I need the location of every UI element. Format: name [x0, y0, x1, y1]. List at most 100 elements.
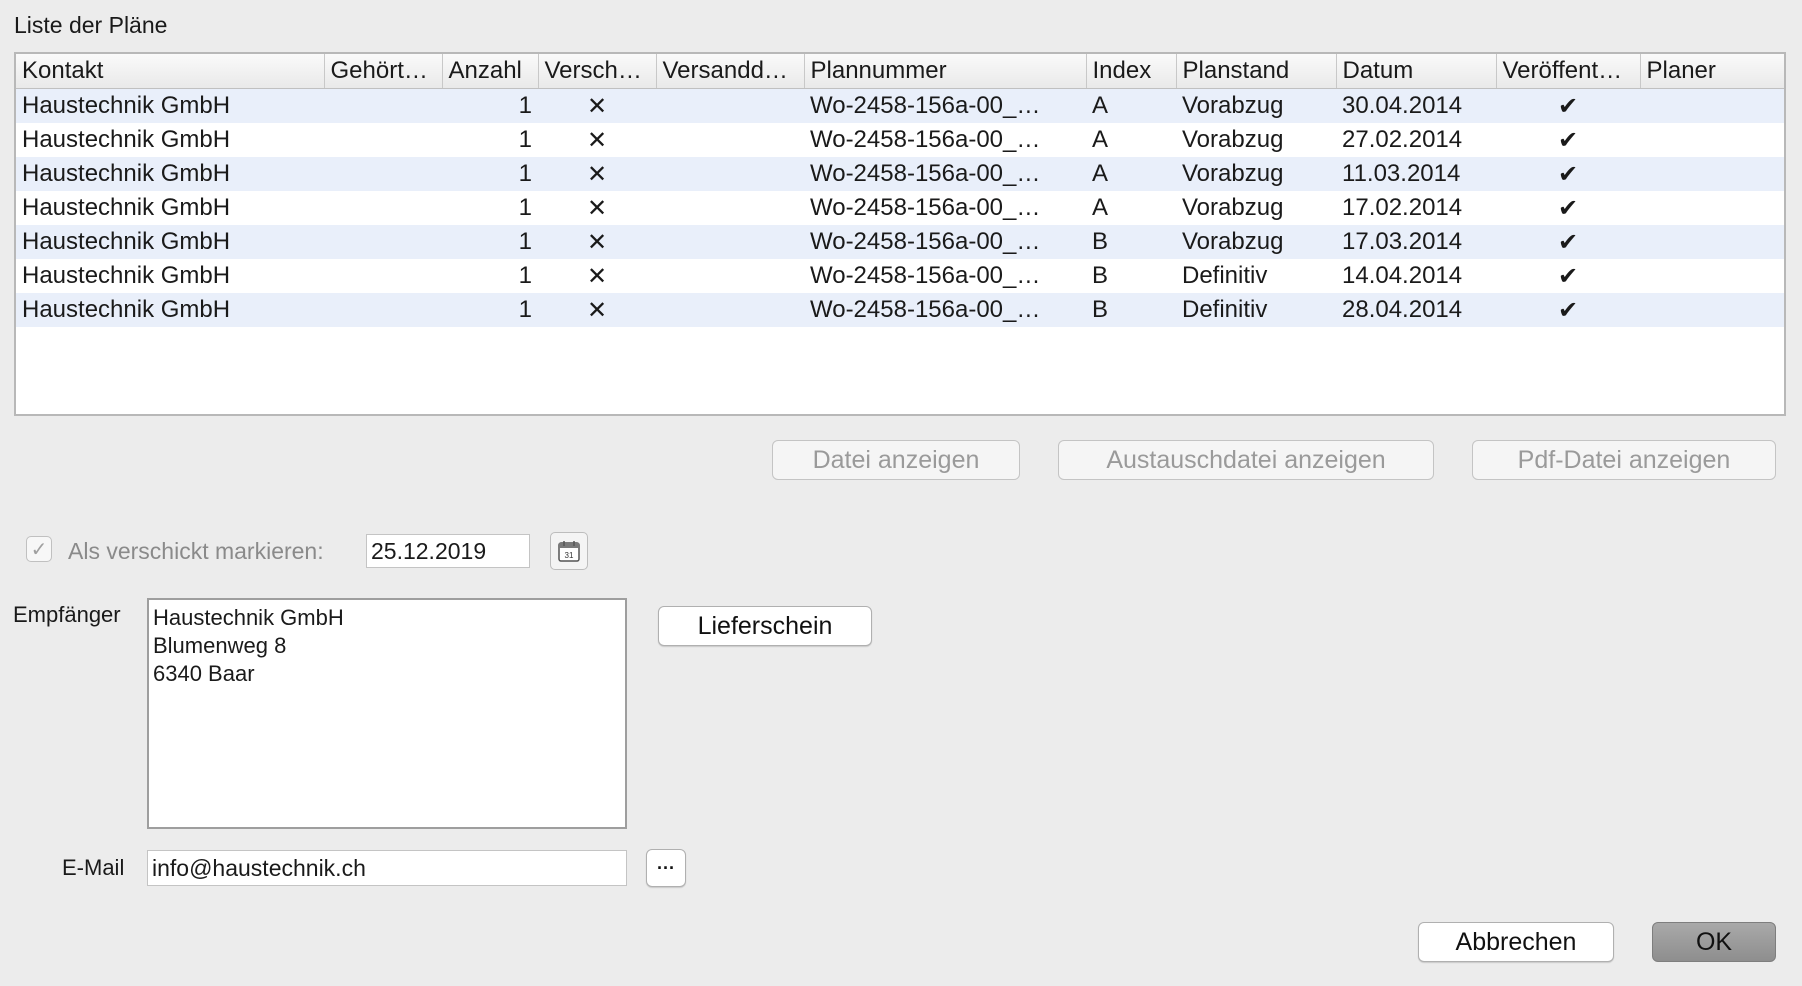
sent-date-field[interactable]: 25.12.2019 — [366, 534, 530, 568]
ok-button[interactable]: OK — [1652, 922, 1776, 962]
cell-planstand: Vorabzug — [1176, 123, 1336, 157]
col-header-anzahl[interactable]: Anzahl — [442, 54, 539, 89]
cell-datum: 17.02.2014 — [1336, 191, 1496, 225]
cell-kontakt: Haustechnik GmbH — [16, 123, 324, 157]
cell-kontakt: Haustechnik GmbH — [16, 225, 324, 259]
plans-table[interactable]: Kontakt Gehört… Anzahl Versch… Versandd…… — [14, 52, 1786, 416]
cell-plannummer: Wo-2458-156a-00_… — [804, 225, 1086, 259]
cell-datum: 14.04.2014 — [1336, 259, 1496, 293]
cell-index: B — [1086, 259, 1176, 293]
cell-kontakt: Haustechnik GmbH — [16, 191, 324, 225]
cell-datum: 30.04.2014 — [1336, 88, 1496, 123]
calendar-day: 31 — [565, 551, 574, 560]
cell-plannummer: Wo-2458-156a-00_… — [804, 259, 1086, 293]
email-label: E-Mail — [62, 855, 125, 880]
col-header-datum[interactable]: Datum — [1336, 54, 1497, 89]
cell-kontakt: Haustechnik GmbH — [16, 157, 324, 191]
cell-kontakt: Haustechnik GmbH — [16, 259, 324, 293]
recipient-label: Empfänger — [13, 602, 121, 627]
cell-index: B — [1086, 225, 1176, 259]
calendar-button[interactable]: 31 — [550, 532, 588, 570]
col-header-gehoert[interactable]: Gehört… — [324, 54, 443, 89]
cell-planer — [1640, 293, 1784, 327]
cancel-button[interactable]: Abbrechen — [1418, 922, 1614, 962]
cell-gehoert — [324, 123, 442, 157]
cell-gehoert — [324, 293, 442, 327]
table-row[interactable]: Haustechnik GmbH 1 ✕ Wo-2458-156a-00_… A Vora… — [16, 191, 1784, 225]
col-header-kontakt[interactable]: Kontakt — [16, 54, 325, 89]
col-header-versanddatum[interactable]: Versandd… — [656, 54, 805, 89]
cell-planer — [1640, 88, 1784, 123]
show-exchange-file-button[interactable]: Austauschdatei anzeigen — [1058, 440, 1434, 480]
recipient-line: Haustechnik GmbH — [153, 605, 344, 630]
cell-veroeffentlicht: ✔ — [1496, 191, 1640, 225]
cell-veroeffentlicht: ✔ — [1496, 123, 1640, 157]
cell-verschickt: ✕ — [538, 259, 656, 293]
cell-planer — [1640, 225, 1784, 259]
recipient-textarea[interactable]: Haustechnik GmbH Blumenweg 8 6340 Baar — [147, 598, 627, 829]
check-icon: ✓ — [30, 538, 48, 561]
cell-datum: 27.02.2014 — [1336, 123, 1496, 157]
cell-planer — [1640, 157, 1784, 191]
cell-planstand: Vorabzug — [1176, 157, 1336, 191]
cell-planer — [1640, 259, 1784, 293]
cell-veroeffentlicht: ✔ — [1496, 88, 1640, 123]
mark-sent-checkbox[interactable]: ✓ — [26, 536, 52, 562]
cell-verschickt: ✕ — [538, 157, 656, 191]
show-pdf-file-button[interactable]: Pdf-Datei anzeigen — [1472, 440, 1776, 480]
cell-planer — [1640, 191, 1784, 225]
cell-versanddatum — [656, 259, 804, 293]
cell-verschickt: ✕ — [538, 88, 656, 123]
show-file-button[interactable]: Datei anzeigen — [772, 440, 1020, 480]
cell-versanddatum — [656, 293, 804, 327]
cell-gehoert — [324, 191, 442, 225]
calendar-icon: 31 — [558, 541, 580, 562]
col-header-plannummer[interactable]: Plannummer — [804, 54, 1087, 89]
table-row[interactable]: Haustechnik GmbH 1 ✕ Wo-2458-156a-00_… B Defi… — [16, 259, 1784, 293]
table-row[interactable]: Haustechnik GmbH 1 ✕ Wo-2458-156a-00_… B Vora… — [16, 225, 1784, 259]
cell-verschickt: ✕ — [538, 293, 656, 327]
mark-sent-label: Als verschickt markieren: — [68, 538, 324, 564]
cell-anzahl: 1 — [442, 157, 538, 191]
table-row[interactable]: Haustechnik GmbH 1 ✕ Wo-2458-156a-00_… A Vora… — [16, 88, 1784, 123]
cell-gehoert — [324, 157, 442, 191]
email-more-button[interactable]: ··· — [646, 849, 686, 887]
cell-datum: 17.03.2014 — [1336, 225, 1496, 259]
cell-plannummer: Wo-2458-156a-00_… — [804, 191, 1086, 225]
col-header-planstand[interactable]: Planstand — [1176, 54, 1337, 89]
cell-kontakt: Haustechnik GmbH — [16, 88, 324, 123]
cell-datum: 28.04.2014 — [1336, 293, 1496, 327]
cell-anzahl: 1 — [442, 259, 538, 293]
cell-plannummer: Wo-2458-156a-00_… — [804, 88, 1086, 123]
col-header-verschickt[interactable]: Versch… — [538, 54, 657, 89]
email-field[interactable]: info@haustechnik.ch — [147, 850, 627, 886]
recipient-line: Blumenweg 8 — [153, 633, 287, 658]
cell-index: A — [1086, 157, 1176, 191]
table-row[interactable]: Haustechnik GmbH 1 ✕ Wo-2458-156a-00_… A Vora… — [16, 123, 1784, 157]
cell-planstand: Vorabzug — [1176, 88, 1336, 123]
cell-versanddatum — [656, 191, 804, 225]
cell-veroeffentlicht: ✔ — [1496, 157, 1640, 191]
table-row[interactable]: Haustechnik GmbH 1 ✕ Wo-2458-156a-00_… B Defi… — [16, 293, 1784, 327]
table-row[interactable]: Haustechnik GmbH 1 ✕ Wo-2458-156a-00_… A Vora… — [16, 157, 1784, 191]
cell-versanddatum — [656, 225, 804, 259]
cell-planstand: Definitiv — [1176, 259, 1336, 293]
cell-gehoert — [324, 88, 442, 123]
cell-index: A — [1086, 123, 1176, 157]
cell-anzahl: 1 — [442, 88, 538, 123]
delivery-note-button[interactable]: Lieferschein — [658, 606, 872, 646]
cell-planstand: Vorabzug — [1176, 191, 1336, 225]
cell-veroeffentlicht: ✔ — [1496, 225, 1640, 259]
table-header-row: Kontakt Gehört… Anzahl Versch… Versandd…… — [16, 54, 1784, 89]
col-header-index[interactable]: Index — [1086, 54, 1177, 89]
cell-planstand: Vorabzug — [1176, 225, 1336, 259]
recipient-line: 6340 Baar — [153, 661, 255, 686]
cell-anzahl: 1 — [442, 293, 538, 327]
cell-anzahl: 1 — [442, 225, 538, 259]
cell-verschickt: ✕ — [538, 225, 656, 259]
cell-verschickt: ✕ — [538, 123, 656, 157]
col-header-veroeffentlicht[interactable]: Veröffent… — [1496, 54, 1641, 89]
col-header-planer[interactable]: Planer — [1640, 54, 1784, 89]
cell-veroeffentlicht: ✔ — [1496, 259, 1640, 293]
cell-plannummer: Wo-2458-156a-00_… — [804, 157, 1086, 191]
